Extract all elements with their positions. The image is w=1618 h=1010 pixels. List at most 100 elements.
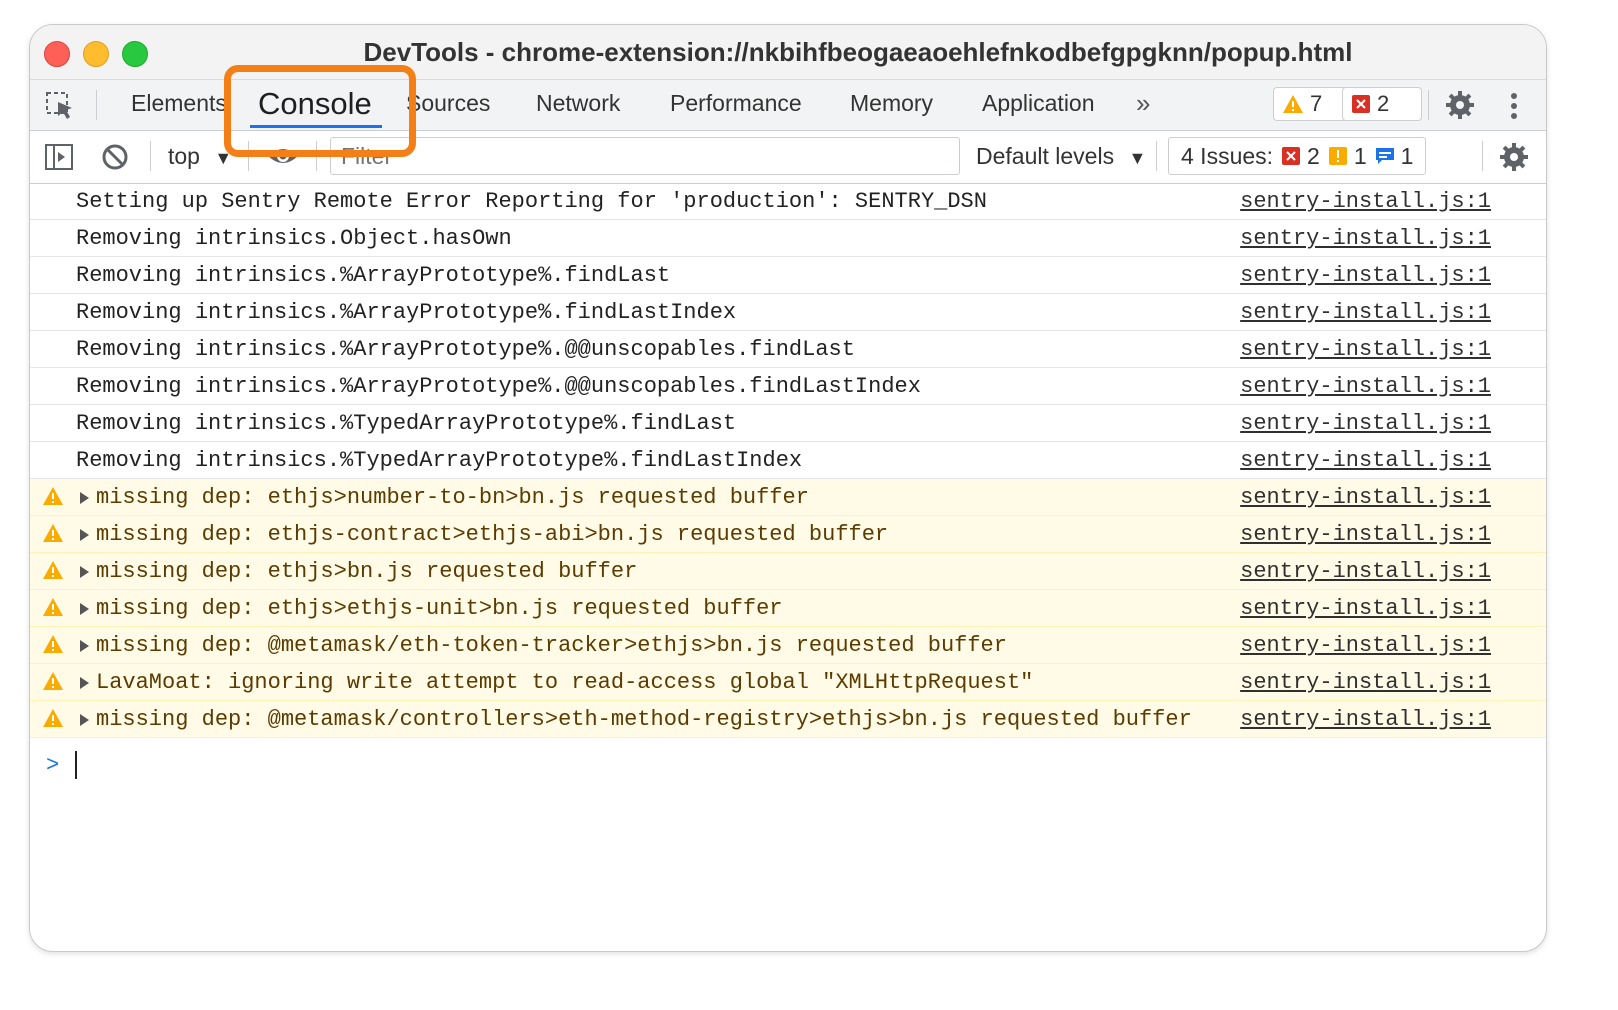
tab-performance[interactable]: Performance (670, 90, 802, 117)
warning-triangle-icon (43, 672, 63, 690)
console-warning-row[interactable]: missing dep: ethjs>bn.js requested buffe… (30, 553, 1546, 590)
error-icon (1282, 147, 1301, 165)
expand-triangle-icon[interactable] (80, 677, 89, 689)
console-message-text: Removing intrinsics.%ArrayPrototype%.fin… (76, 262, 671, 288)
console-message-text: Removing intrinsics.%TypedArrayPrototype… (76, 447, 803, 473)
source-link[interactable]: sentry-install.js:1 (1240, 707, 1491, 732)
warning-triangle-icon (1283, 95, 1303, 113)
chevron-double-right-icon[interactable]: » (1136, 88, 1150, 119)
source-link[interactable]: sentry-install.js:1 (1240, 559, 1491, 584)
filter-input[interactable] (330, 137, 960, 175)
console-log-row[interactable]: Removing intrinsics.%ArrayPrototype%.fin… (30, 257, 1546, 294)
console-message-text: missing dep: @metamask/controllers>eth-m… (96, 706, 1192, 732)
issues-label: 4 Issues: (1181, 142, 1274, 169)
warning-triangle-icon (43, 635, 63, 653)
close-window-button[interactable] (44, 41, 70, 67)
expand-triangle-icon[interactable] (80, 492, 89, 504)
expand-triangle-icon[interactable] (80, 640, 89, 652)
tab-memory[interactable]: Memory (850, 90, 933, 117)
context-selector[interactable]: top ▼ (168, 143, 232, 170)
minimize-window-button[interactable] (83, 41, 109, 67)
tab-network[interactable]: Network (536, 90, 620, 117)
source-link[interactable]: sentry-install.js:1 (1240, 633, 1491, 658)
console-output: Setting up Sentry Remote Error Reporting… (30, 183, 1546, 951)
console-message-text: Removing intrinsics.%ArrayPrototype%.fin… (76, 299, 737, 325)
console-tab-highlight (224, 65, 416, 157)
source-link[interactable]: sentry-install.js:1 (1240, 337, 1491, 362)
warnings-count: 7 (1310, 91, 1323, 116)
context-value: top (168, 143, 200, 169)
console-message-text: Removing intrinsics.Object.hasOwn (76, 225, 512, 251)
devtools-window: DevTools - chrome-extension://nkbihfbeog… (29, 24, 1547, 952)
source-link[interactable]: sentry-install.js:1 (1240, 485, 1491, 510)
source-link[interactable]: sentry-install.js:1 (1240, 596, 1491, 621)
console-log-row[interactable]: Removing intrinsics.%TypedArrayPrototype… (30, 442, 1546, 479)
warning-square-icon (1328, 147, 1347, 165)
window-title: DevTools - chrome-extension://nkbihfbeog… (363, 37, 1353, 67)
issues-errors-badge: 2 (1281, 143, 1320, 170)
warning-triangle-icon (43, 487, 63, 505)
issues-info-count: 1 (1400, 142, 1414, 169)
console-message-text: Removing intrinsics.%ArrayPrototype%.@@u… (76, 373, 921, 399)
source-link[interactable]: sentry-install.js:1 (1240, 374, 1491, 399)
source-link[interactable]: sentry-install.js:1 (1240, 448, 1491, 473)
zoom-window-button[interactable] (122, 41, 148, 67)
issues-errors-count: 2 (1307, 142, 1320, 169)
source-link[interactable]: sentry-install.js:1 (1240, 411, 1491, 436)
expand-triangle-icon[interactable] (80, 603, 89, 615)
console-warning-row[interactable]: missing dep: ethjs>ethjs-unit>bn.js requ… (30, 590, 1546, 627)
issues-warnings-badge: 1 (1328, 143, 1367, 170)
console-message-text: missing dep: ethjs>number-to-bn>bn.js re… (96, 484, 809, 510)
expand-triangle-icon[interactable] (80, 566, 89, 578)
clear-console-icon[interactable] (101, 143, 129, 171)
chevron-right-icon: > (46, 753, 60, 778)
source-link[interactable]: sentry-install.js:1 (1240, 522, 1491, 547)
expand-triangle-icon[interactable] (80, 714, 89, 726)
issues-button[interactable]: 4 Issues: 2 1 1 (1168, 137, 1427, 175)
kebab-menu-icon[interactable] (1510, 92, 1518, 120)
console-settings-icon[interactable] (1498, 141, 1530, 173)
divider (1482, 141, 1483, 171)
console-log-row[interactable]: Setting up Sentry Remote Error Reporting… (30, 183, 1546, 220)
console-warning-row[interactable]: missing dep: ethjs-contract>ethjs-abi>bn… (30, 516, 1546, 553)
source-link[interactable]: sentry-install.js:1 (1240, 263, 1491, 288)
issues-warnings-count: 1 (1353, 142, 1367, 169)
warning-triangle-icon (43, 561, 63, 579)
source-link[interactable]: sentry-install.js:1 (1240, 300, 1491, 325)
gear-icon[interactable] (1444, 89, 1476, 121)
console-message-text: Setting up Sentry Remote Error Reporting… (76, 188, 987, 214)
console-message-text: missing dep: ethjs>bn.js requested buffe… (96, 558, 638, 584)
sidebar-toggle-icon[interactable] (44, 143, 74, 171)
console-log-row[interactable]: Removing intrinsics.Object.hasOwn sentry-… (30, 220, 1546, 257)
console-warning-row[interactable]: missing dep: ethjs>number-to-bn>bn.js re… (30, 479, 1546, 516)
console-message-text: missing dep: @metamask/eth-token-tracker… (96, 632, 1007, 658)
console-log-row[interactable]: Removing intrinsics.%TypedArrayPrototype… (30, 405, 1546, 442)
divider (1428, 90, 1429, 120)
inspect-element-icon[interactable] (44, 90, 76, 122)
divider (150, 141, 151, 171)
tab-sources[interactable]: Sources (406, 90, 490, 117)
dropdown-arrow-icon: ▼ (1128, 148, 1147, 168)
expand-triangle-icon[interactable] (80, 529, 89, 541)
console-input-caret[interactable] (75, 751, 77, 779)
tab-application[interactable]: Application (982, 90, 1095, 117)
info-message-icon (1375, 148, 1394, 164)
warnings-counter[interactable]: 7 (1273, 87, 1353, 121)
log-levels-dropdown[interactable]: Default levels ▼ (976, 143, 1146, 170)
source-link[interactable]: sentry-install.js:1 (1240, 189, 1491, 214)
console-log-row[interactable]: Removing intrinsics.%ArrayPrototype%.@@u… (30, 331, 1546, 368)
tab-elements[interactable]: Elements (131, 90, 227, 117)
console-warning-row[interactable]: LavaMoat: ignoring write attempt to read… (30, 664, 1546, 701)
console-log-row[interactable]: Removing intrinsics.%ArrayPrototype%.fin… (30, 294, 1546, 331)
console-warning-row[interactable]: missing dep: @metamask/eth-token-tracker… (30, 627, 1546, 664)
issues-info-badge: 1 (1375, 142, 1414, 170)
warning-triangle-icon (43, 709, 63, 727)
source-link[interactable]: sentry-install.js:1 (1240, 670, 1491, 695)
console-log-row[interactable]: Removing intrinsics.%ArrayPrototype%.@@u… (30, 368, 1546, 405)
source-link[interactable]: sentry-install.js:1 (1240, 226, 1491, 251)
errors-counter[interactable]: 2 (1342, 87, 1422, 121)
console-message-text: Removing intrinsics.%TypedArrayPrototype… (76, 410, 737, 436)
console-message-text: LavaMoat: ignoring write attempt to read… (96, 669, 1034, 695)
console-warning-row[interactable]: missing dep: @metamask/controllers>eth-m… (30, 701, 1546, 738)
divider (1156, 141, 1157, 171)
